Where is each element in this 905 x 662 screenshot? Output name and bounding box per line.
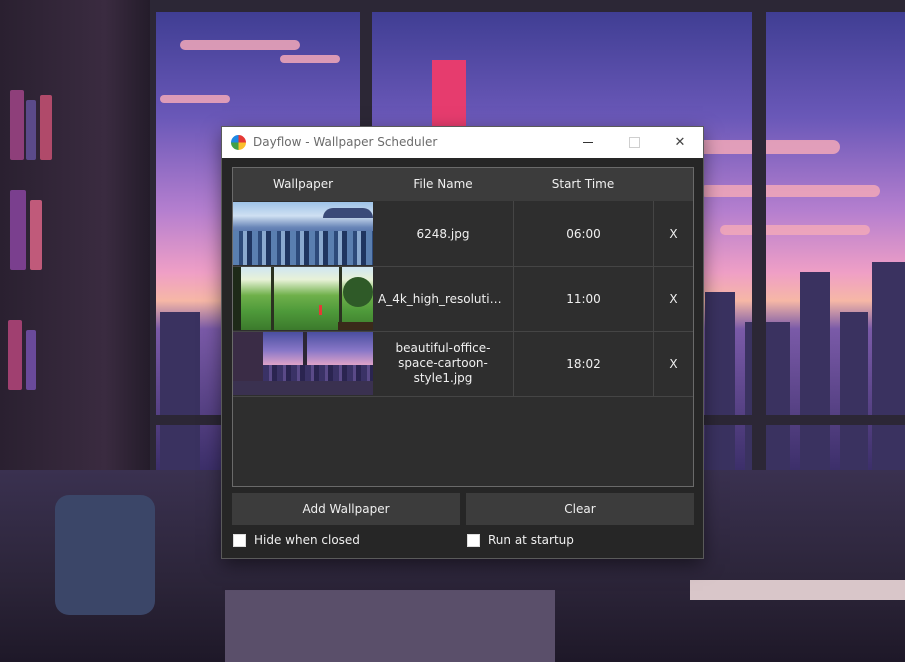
golf-course-thumbnail xyxy=(233,267,373,330)
start-time: 06:00 xyxy=(566,226,601,241)
table-row[interactable]: beautiful-office-space-cartoon-style1.jp… xyxy=(233,331,693,397)
maximize-icon xyxy=(628,137,640,148)
start-time-cell[interactable]: 06:00 xyxy=(514,201,654,266)
close-icon: ✕ xyxy=(674,135,686,150)
app-window: Dayflow - Wallpaper Scheduler ✕ Wallpape… xyxy=(222,127,703,558)
city-skyline-thumbnail xyxy=(233,202,373,265)
start-time: 11:00 xyxy=(566,291,601,306)
remove-icon: X xyxy=(669,356,678,371)
office-window-thumbnail xyxy=(233,332,373,395)
minimize-icon xyxy=(583,142,593,143)
table-row[interactable]: A_4k_high_resolution_... 11:00 X xyxy=(233,266,693,332)
start-time: 18:02 xyxy=(566,356,601,371)
wallpaper-table: Wallpaper File Name Start Time 6248.jpg … xyxy=(232,167,694,487)
remove-icon: X xyxy=(669,291,678,306)
file-name-cell: 6248.jpg xyxy=(373,201,514,266)
run-at-startup-option[interactable]: Run at startup xyxy=(467,532,574,548)
column-header-remove xyxy=(653,168,693,201)
thumbnail-cell xyxy=(233,201,373,266)
table-row[interactable]: 6248.jpg 06:00 X xyxy=(233,201,693,267)
file-name: A_4k_high_resolution_... xyxy=(378,291,508,306)
close-button[interactable]: ✕ xyxy=(657,127,703,158)
column-header-file-name[interactable]: File Name xyxy=(373,168,513,201)
hide-when-closed-option[interactable]: Hide when closed xyxy=(233,532,360,548)
column-header-wallpaper[interactable]: Wallpaper xyxy=(233,168,373,201)
hide-when-closed-checkbox[interactable] xyxy=(233,533,246,547)
column-header-start-time[interactable]: Start Time xyxy=(513,168,653,201)
file-name-cell: A_4k_high_resolution_... xyxy=(373,266,514,331)
maximize-button[interactable] xyxy=(611,127,657,158)
run-at-startup-label: Run at startup xyxy=(488,533,574,547)
title-bar[interactable]: Dayflow - Wallpaper Scheduler ✕ xyxy=(222,127,703,158)
hide-when-closed-label: Hide when closed xyxy=(254,533,360,547)
remove-icon: X xyxy=(669,226,678,241)
file-name: 6248.jpg xyxy=(416,226,470,241)
remove-button[interactable]: X xyxy=(654,201,693,266)
table-header: Wallpaper File Name Start Time xyxy=(233,168,693,201)
window-title: Dayflow - Wallpaper Scheduler xyxy=(253,135,438,149)
file-name: beautiful-office-space-cartoon-style1.jp… xyxy=(395,341,491,385)
minimize-button[interactable] xyxy=(565,127,611,158)
clear-button[interactable]: Clear xyxy=(466,493,694,525)
file-name-cell: beautiful-office-space-cartoon-style1.jp… xyxy=(373,331,514,396)
start-time-cell[interactable]: 18:02 xyxy=(514,331,654,396)
wallpaper-chair xyxy=(55,495,155,615)
start-time-cell[interactable]: 11:00 xyxy=(514,266,654,331)
remove-button[interactable]: X xyxy=(654,331,693,396)
app-logo-icon xyxy=(231,135,246,150)
add-wallpaper-button[interactable]: Add Wallpaper xyxy=(232,493,460,525)
remove-button[interactable]: X xyxy=(654,266,693,331)
thumbnail-cell xyxy=(233,266,373,331)
run-at-startup-checkbox[interactable] xyxy=(467,533,480,547)
thumbnail-cell xyxy=(233,331,373,396)
wallpaper-tower xyxy=(432,60,466,130)
